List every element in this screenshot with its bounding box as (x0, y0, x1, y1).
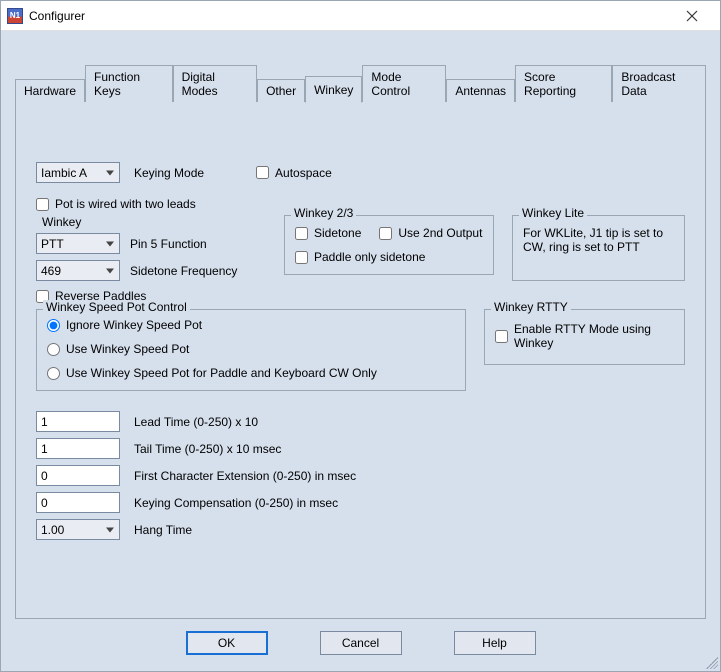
tab-winkey[interactable]: Winkey (305, 76, 362, 103)
tab-mode-control[interactable]: Mode Control (362, 65, 446, 102)
tab-score-reporting[interactable]: Score Reporting (515, 65, 612, 102)
speed-pot-use-radio[interactable] (47, 343, 60, 356)
sidetone-label: Sidetone (314, 226, 361, 240)
autospace-label: Autospace (275, 166, 332, 180)
close-button[interactable] (672, 2, 712, 30)
ok-button[interactable]: OK (186, 631, 268, 655)
enable-rtty-checkbox[interactable] (495, 330, 508, 343)
tab-function-keys[interactable]: Function Keys (85, 65, 173, 102)
hang-time-label: Hang Time (134, 523, 192, 537)
winkey-group-title: Winkey (42, 215, 266, 229)
speed-pot-group-title: Winkey Speed Pot Control (43, 300, 190, 314)
cancel-button[interactable]: Cancel (320, 631, 402, 655)
tab-other[interactable]: Other (257, 79, 305, 102)
tail-time-label: Tail Time (0-250) x 10 msec (134, 442, 281, 456)
pin5-function-label: Pin 5 Function (130, 237, 207, 251)
paddle-only-sidetone-label: Paddle only sidetone (314, 250, 425, 264)
first-char-ext-label: First Character Extension (0-250) in mse… (134, 469, 356, 483)
winkey-lite-group-title: Winkey Lite (519, 206, 587, 220)
winkey-rtty-group-title: Winkey RTTY (491, 300, 571, 314)
first-char-ext-input[interactable] (36, 465, 120, 486)
body-area: Hardware Function Keys Digital Modes Oth… (1, 31, 720, 671)
keying-mode-select[interactable]: Iambic A (36, 162, 120, 183)
autospace-checkbox[interactable] (256, 166, 269, 179)
tabstrip: Hardware Function Keys Digital Modes Oth… (15, 65, 706, 102)
speed-pot-ignore-field[interactable]: Ignore Winkey Speed Pot (47, 318, 202, 332)
resize-grip-icon[interactable] (706, 657, 718, 669)
titlebar: N1 Configurer (1, 1, 720, 31)
use2nd-output-field[interactable]: Use 2nd Output (379, 226, 482, 240)
enable-rtty-field[interactable]: Enable RTTY Mode using Winkey (495, 322, 674, 350)
keying-comp-label: Keying Compensation (0-250) in msec (134, 496, 338, 510)
pot-two-leads-checkbox[interactable] (36, 198, 49, 211)
tabpanel-winkey: Iambic A Keying Mode Autospace Pot is wi… (15, 101, 706, 619)
sidetone-freq-label: Sidetone Frequency (130, 264, 237, 278)
speed-pot-use-paddle-radio[interactable] (47, 367, 60, 380)
window-title: Configurer (29, 9, 85, 23)
hang-time-select[interactable]: 1.00 (36, 519, 120, 540)
winkey23-group-title: Winkey 2/3 (291, 206, 356, 220)
use2nd-output-label: Use 2nd Output (398, 226, 482, 240)
speed-pot-use-label: Use Winkey Speed Pot (66, 342, 189, 356)
speed-pot-use-paddle-label: Use Winkey Speed Pot for Paddle and Keyb… (66, 366, 377, 380)
close-icon (686, 10, 698, 22)
tail-time-input[interactable] (36, 438, 120, 459)
configurer-window: N1 Configurer Hardware Function Keys Dig… (0, 0, 721, 672)
tab-antennas[interactable]: Antennas (446, 79, 515, 102)
app-icon: N1 (7, 8, 23, 24)
pot-two-leads-field[interactable]: Pot is wired with two leads (36, 197, 196, 211)
lead-time-label: Lead Time (0-250) x 10 (134, 415, 258, 429)
speed-pot-use-paddle-field[interactable]: Use Winkey Speed Pot for Paddle and Keyb… (47, 366, 377, 380)
autospace-field[interactable]: Autospace (256, 166, 332, 180)
tab-digital-modes[interactable]: Digital Modes (173, 65, 257, 102)
sidetone-field[interactable]: Sidetone (295, 226, 361, 240)
tab-broadcast-data[interactable]: Broadcast Data (612, 65, 706, 102)
keying-comp-input[interactable] (36, 492, 120, 513)
help-button[interactable]: Help (454, 631, 536, 655)
keying-mode-label: Keying Mode (134, 166, 204, 180)
speed-pot-ignore-label: Ignore Winkey Speed Pot (66, 318, 202, 332)
lead-time-input[interactable] (36, 411, 120, 432)
pin5-function-select[interactable]: PTT (36, 233, 120, 254)
enable-rtty-label: Enable RTTY Mode using Winkey (514, 322, 674, 350)
pot-two-leads-label: Pot is wired with two leads (55, 197, 196, 211)
sidetone-freq-select[interactable]: 469 (36, 260, 120, 281)
speed-pot-use-field[interactable]: Use Winkey Speed Pot (47, 342, 189, 356)
winkey-lite-text: For WKLite, J1 tip is set to CW, ring is… (523, 226, 674, 254)
dialog-button-row: OK Cancel Help (15, 619, 706, 661)
speed-pot-ignore-radio[interactable] (47, 319, 60, 332)
use2nd-output-checkbox[interactable] (379, 227, 392, 240)
sidetone-checkbox[interactable] (295, 227, 308, 240)
tab-hardware[interactable]: Hardware (15, 79, 85, 102)
paddle-only-sidetone-field[interactable]: Paddle only sidetone (295, 250, 425, 264)
paddle-only-sidetone-checkbox[interactable] (295, 251, 308, 264)
